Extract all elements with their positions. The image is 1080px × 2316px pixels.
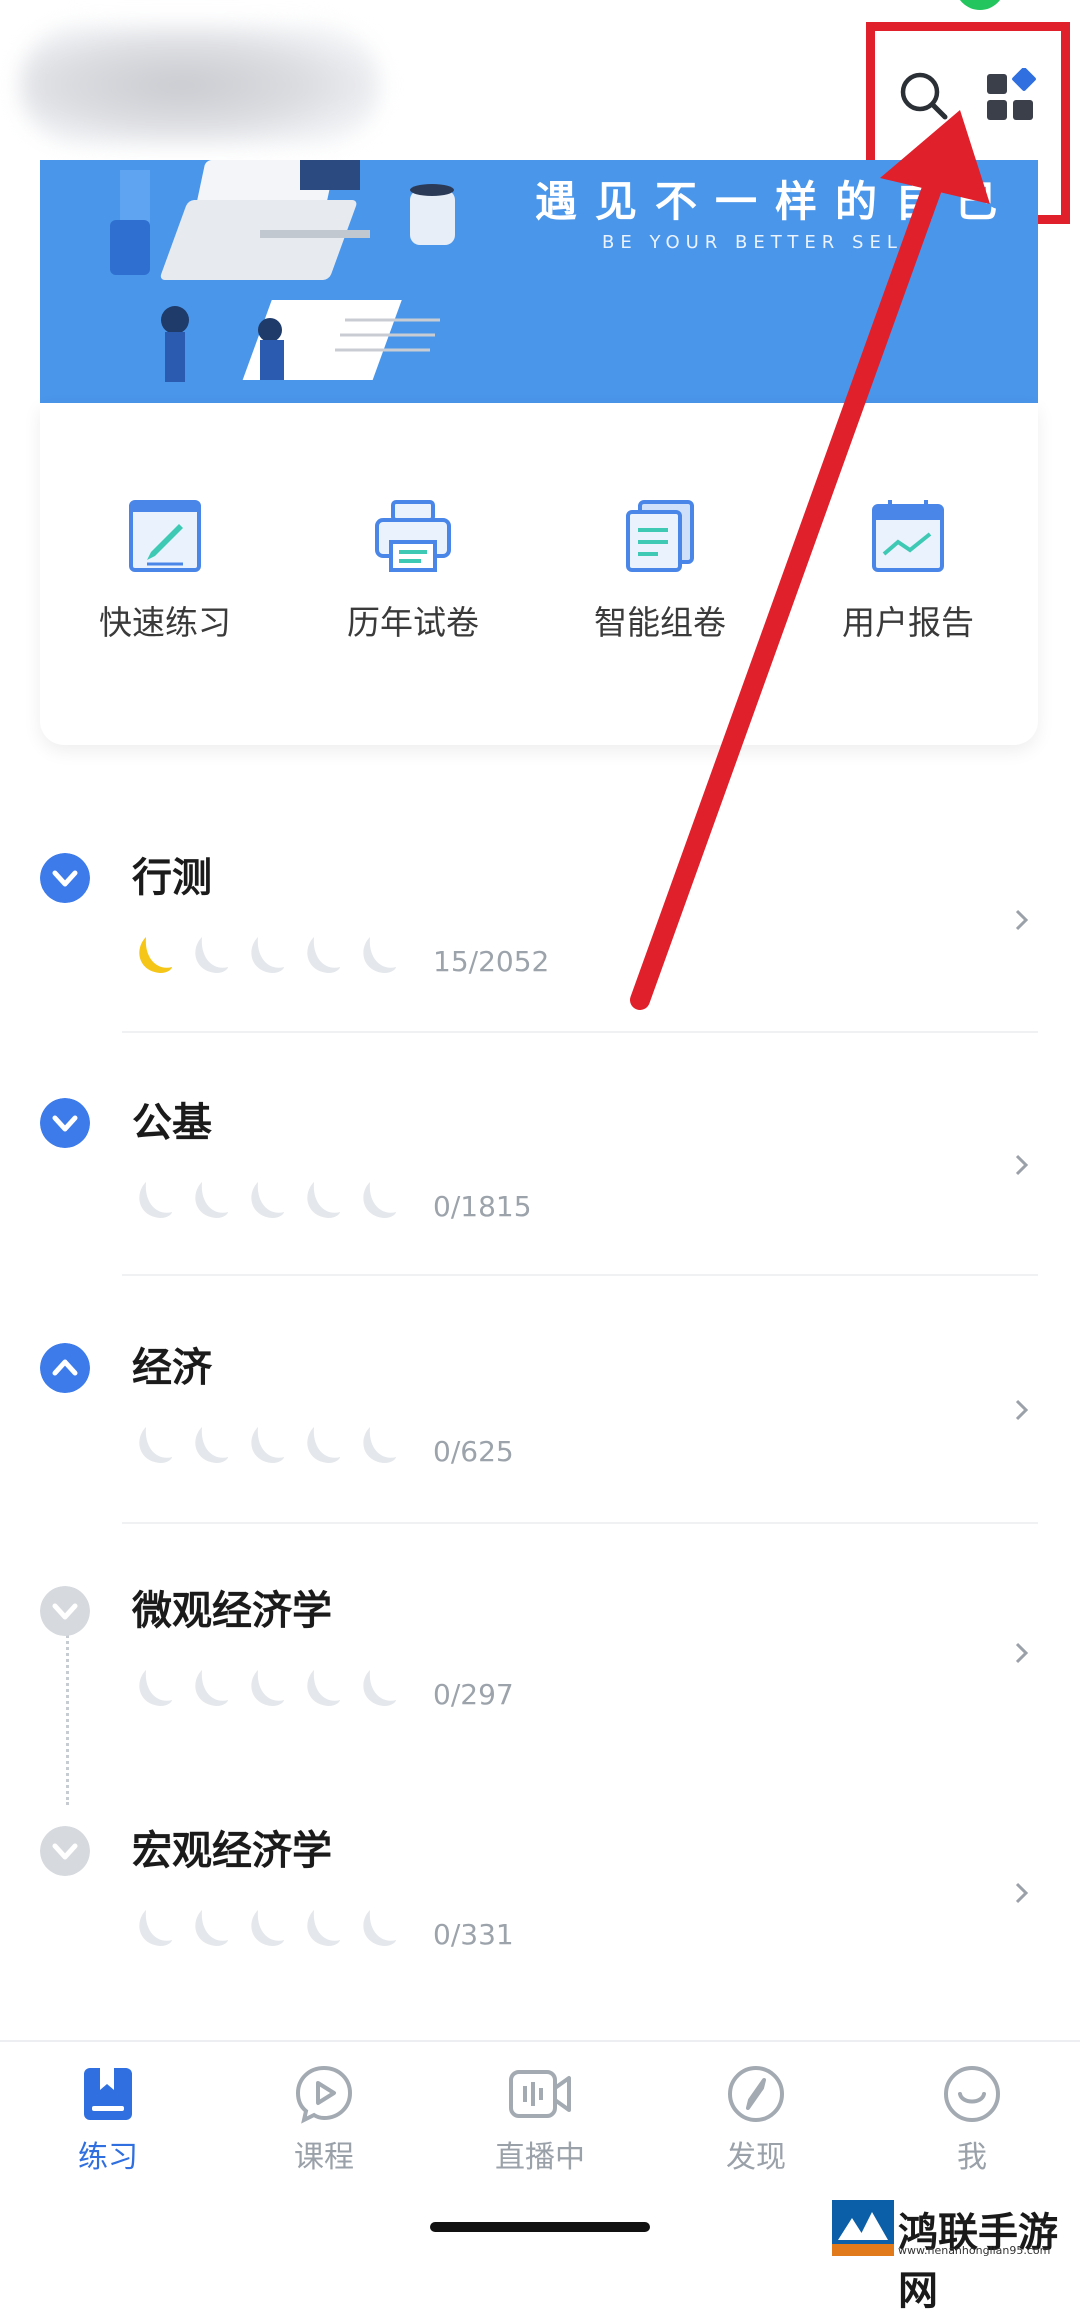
subject-count: 0/297 — [433, 1678, 514, 1711]
moon-filled-icon — [139, 937, 172, 973]
calendar-chart-icon — [872, 500, 944, 572]
row-divider — [122, 1031, 1038, 1033]
smart-paper-button[interactable]: 智能组卷 — [560, 498, 760, 644]
pencil-paper-icon — [129, 500, 201, 572]
moon-empty-icon — [195, 1670, 228, 1706]
moon-empty-icon — [363, 1910, 396, 1946]
moon-empty-icon — [307, 1670, 340, 1706]
chevron-up-icon[interactable] — [40, 1343, 90, 1393]
watermark-logo — [832, 2200, 894, 2256]
subject-title: 微观经济学 — [132, 1588, 332, 1634]
subject-title: 经济 — [132, 1345, 212, 1391]
book-icon — [84, 2068, 132, 2120]
tab-practice[interactable]: 练习 — [28, 2064, 188, 2176]
subject-row[interactable]: 行测 15/2052 — [0, 845, 1080, 1035]
moon-empty-icon — [195, 1182, 228, 1218]
subject-title: 行测 — [132, 855, 212, 901]
progress-moons — [132, 1906, 396, 1950]
chevron-down-icon[interactable] — [40, 1586, 90, 1636]
moon-empty-icon — [195, 1910, 228, 1946]
subject-row[interactable]: 经济 0/625 — [0, 1335, 1080, 1525]
moon-empty-icon — [195, 1427, 228, 1463]
watermark-url: www.henanhonglian95.com — [898, 2244, 1051, 2257]
quick-actions-card: 快速练习 历年试卷 智能组卷 用户报告 — [40, 403, 1038, 745]
subject-title: 宏观经济学 — [132, 1828, 332, 1874]
stacked-papers-icon — [626, 500, 694, 572]
watermark-name: 鸿联手游网 — [898, 2209, 1058, 2314]
moon-empty-icon — [363, 1427, 396, 1463]
moon-empty-icon — [363, 937, 396, 973]
quick-action-label: 用户报告 — [842, 603, 974, 642]
row-divider — [122, 1522, 1038, 1524]
moon-empty-icon — [251, 1910, 284, 1946]
progress-moons — [132, 1666, 396, 1710]
subject-row[interactable]: 宏观经济学 0/331 — [0, 1818, 1080, 2008]
moon-empty-icon — [251, 937, 284, 973]
quick-action-label: 快速练习 — [99, 603, 231, 642]
subject-count: 0/625 — [433, 1435, 514, 1468]
play-bubble-icon — [295, 2065, 353, 2124]
chevron-right-icon[interactable] — [1012, 1638, 1032, 1668]
moon-empty-icon — [139, 1670, 172, 1706]
moon-empty-icon — [139, 1182, 172, 1218]
printer-icon — [375, 500, 451, 572]
live-camera-icon — [509, 2070, 571, 2118]
moon-empty-icon — [307, 1182, 340, 1218]
tab-discover[interactable]: 发现 — [676, 2064, 836, 2176]
tab-live[interactable]: 直播中 — [460, 2064, 620, 2176]
moon-empty-icon — [195, 937, 228, 973]
banner-subtitle: BE YOUR BETTER SELF — [602, 232, 920, 253]
blurred-title — [20, 25, 380, 145]
subject-row[interactable]: 公基 0/1815 — [0, 1090, 1080, 1280]
moon-empty-icon — [139, 1427, 172, 1463]
subject-row[interactable]: 微观经济学 0/297 — [0, 1578, 1080, 1768]
quick-action-label: 智能组卷 — [594, 603, 726, 642]
desk-illustration — [110, 160, 455, 382]
row-divider — [122, 1274, 1038, 1276]
past-papers-button[interactable]: 历年试卷 — [313, 498, 513, 644]
user-report-button[interactable]: 用户报告 — [808, 498, 1008, 644]
moon-empty-icon — [307, 937, 340, 973]
chevron-right-icon[interactable] — [1012, 1878, 1032, 1908]
tab-label: 练习 — [78, 2140, 138, 2175]
subject-count: 0/331 — [433, 1918, 514, 1951]
quick-action-label: 历年试卷 — [347, 603, 479, 642]
chevron-right-icon[interactable] — [1012, 1395, 1032, 1425]
compass-icon — [728, 2066, 784, 2122]
moon-empty-icon — [363, 1670, 396, 1706]
promo-banner[interactable]: 遇见不一样的自己 BE YOUR BETTER SELF — [40, 160, 1038, 403]
banner-title: 遇见不一样的自己 — [535, 177, 1016, 226]
moon-empty-icon — [307, 1910, 340, 1946]
chevron-down-icon[interactable] — [40, 1826, 90, 1876]
moon-empty-icon — [251, 1427, 284, 1463]
progress-moons — [132, 1178, 396, 1222]
chevron-down-icon[interactable] — [40, 853, 90, 903]
moon-empty-icon — [251, 1670, 284, 1706]
subject-count: 15/2052 — [433, 945, 550, 978]
tab-label: 我 — [957, 2140, 987, 2175]
moon-empty-icon — [307, 1427, 340, 1463]
quick-practice-button[interactable]: 快速练习 — [65, 498, 265, 644]
progress-moons — [132, 933, 396, 977]
tab-courses[interactable]: 课程 — [244, 2064, 404, 2176]
progress-moons — [132, 1423, 396, 1467]
subject-count: 0/1815 — [433, 1190, 532, 1223]
smile-icon — [944, 2066, 1000, 2122]
tab-label: 发现 — [726, 2140, 786, 2175]
moon-empty-icon — [251, 1182, 284, 1218]
tab-label: 直播中 — [495, 2140, 585, 2175]
moon-empty-icon — [139, 1910, 172, 1946]
moon-empty-icon — [363, 1182, 396, 1218]
chevron-right-icon[interactable] — [1012, 1150, 1032, 1180]
tab-me[interactable]: 我 — [892, 2064, 1052, 2176]
chevron-down-icon[interactable] — [40, 1098, 90, 1148]
subject-title: 公基 — [132, 1100, 212, 1146]
tab-label: 课程 — [294, 2140, 354, 2175]
home-indicator[interactable] — [430, 2222, 650, 2232]
chevron-right-icon[interactable] — [1012, 905, 1032, 935]
